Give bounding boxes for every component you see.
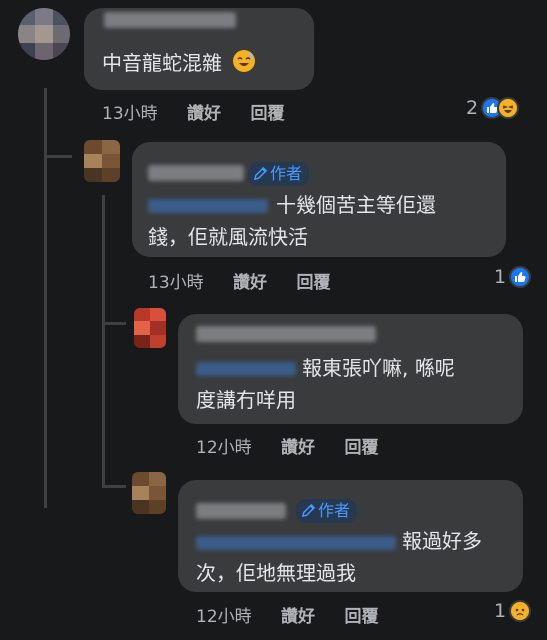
- like-icon: [509, 266, 532, 288]
- thread-connector: [44, 155, 72, 158]
- mention-tag[interactable]: [196, 362, 296, 376]
- thread-connector: [102, 322, 126, 325]
- comment-text-line: 十幾個苦主等佢還: [276, 193, 436, 217]
- commenter-name[interactable]: [196, 503, 286, 519]
- thread-line: [44, 88, 47, 508]
- sweat-smile-emoji: [232, 49, 256, 82]
- mention-tag[interactable]: [196, 536, 396, 550]
- comment-meta: 13小時 讚好 回覆: [102, 99, 284, 124]
- avatar[interactable]: [84, 140, 120, 182]
- comment-text-line: 報過好多: [402, 529, 482, 553]
- author-badge-label: 作者: [318, 501, 351, 520]
- author-badge: 作者: [248, 162, 310, 186]
- reply-button[interactable]: 回覆: [296, 273, 330, 293]
- like-button[interactable]: 讚好: [281, 607, 315, 627]
- comment-text: 中音龍蛇混雜: [102, 48, 256, 82]
- avatar[interactable]: [132, 472, 166, 514]
- comment-text-line: 報東張吖嘛, 喺呢: [302, 356, 455, 380]
- comment-text-line: 度講冇咩用: [196, 388, 296, 412]
- timestamp[interactable]: 13小時: [102, 104, 158, 124]
- commenter-name[interactable]: [104, 12, 236, 28]
- timestamp[interactable]: 12小時: [196, 607, 252, 627]
- timestamp[interactable]: 12小時: [196, 438, 252, 458]
- comment-meta: 13小時 讚好 回覆: [148, 268, 330, 293]
- comment-meta: 12小時 讚好 回覆: [196, 433, 378, 458]
- author-badge: 作者: [296, 499, 358, 523]
- reaction-count: 1: [494, 600, 507, 622]
- thread-connector: [102, 485, 126, 488]
- sad-icon: [509, 600, 532, 622]
- comment-text-line: 次，佢地無理過我: [196, 561, 356, 585]
- pencil-icon: [301, 503, 316, 518]
- reply-button[interactable]: 回覆: [250, 104, 284, 124]
- mention-tag[interactable]: [148, 199, 268, 213]
- reaction-count: 2: [466, 97, 479, 119]
- like-button[interactable]: 讚好: [187, 104, 221, 124]
- comment-meta: 12小時 讚好 回覆: [196, 602, 378, 627]
- reply-button[interactable]: 回覆: [344, 438, 378, 458]
- commenter-name[interactable]: [148, 165, 244, 181]
- avatar[interactable]: [134, 308, 166, 348]
- like-button[interactable]: 讚好: [281, 438, 315, 458]
- thread-line: [102, 195, 105, 485]
- haha-icon: [497, 97, 520, 119]
- commenter-name[interactable]: [196, 326, 376, 342]
- reaction-summary[interactable]: 1: [494, 265, 532, 289]
- reaction-summary[interactable]: 1: [494, 599, 532, 623]
- timestamp[interactable]: 13小時: [148, 273, 204, 293]
- reaction-summary[interactable]: 2: [466, 96, 520, 120]
- reaction-count: 1: [494, 266, 507, 288]
- pencil-icon: [253, 166, 268, 181]
- comment-text-line: 錢，佢就風流快活: [148, 225, 308, 249]
- comment-text-line: 中音龍蛇混雜: [102, 51, 222, 75]
- avatar[interactable]: [18, 8, 70, 60]
- author-badge-label: 作者: [270, 164, 303, 183]
- like-button[interactable]: 讚好: [233, 273, 267, 293]
- reply-button[interactable]: 回覆: [344, 607, 378, 627]
